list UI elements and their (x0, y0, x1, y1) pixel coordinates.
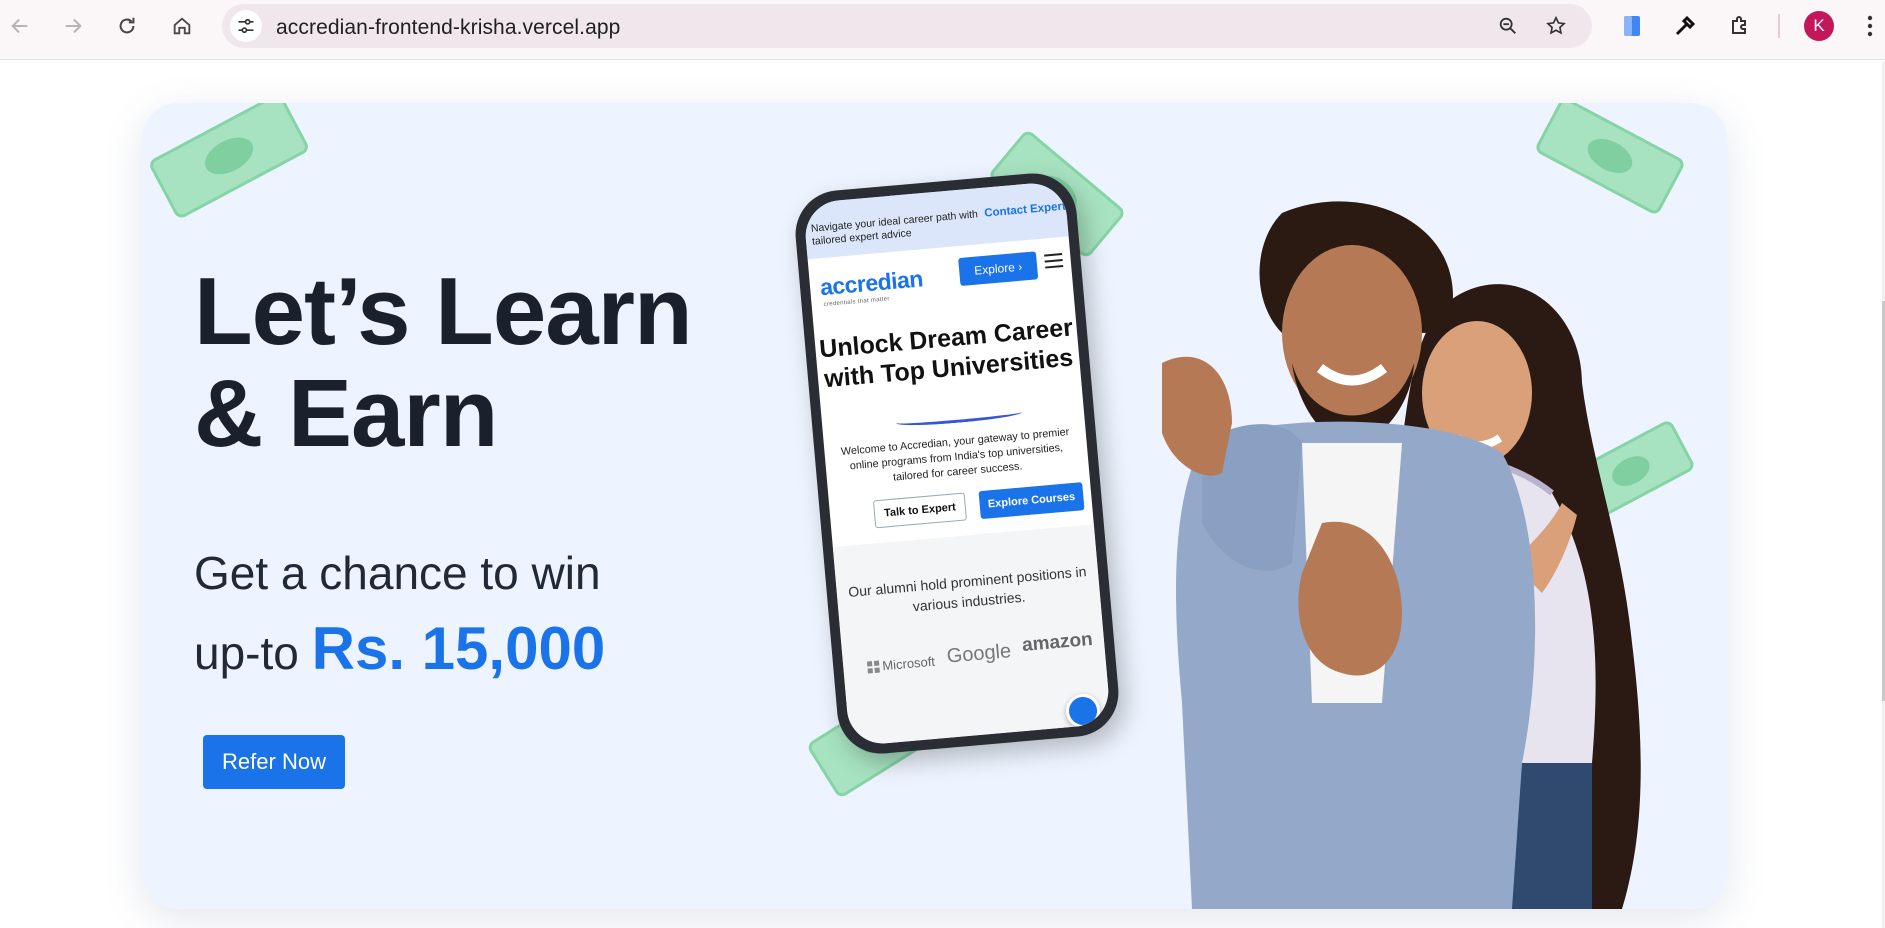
microsoft-logo: Microsoft (866, 653, 936, 675)
google-logo: Google (945, 640, 1013, 668)
phone-explore-button: Explore › (958, 251, 1039, 287)
browser-toolbar: accredian-frontend-krisha.vercel.app K (0, 0, 1885, 60)
arrow-left-icon (11, 18, 28, 34)
url-text[interactable]: accredian-frontend-krisha.vercel.app (276, 16, 620, 40)
headline-line-1: Let’s Learn (194, 258, 693, 365)
phone-topbar: Navigate your ideal career path with tai… (802, 180, 1069, 260)
subhead-line-1: Get a chance to win (194, 547, 601, 599)
subhead-line-2: up-to Rs. 15,000 (194, 611, 754, 691)
puzzle-icon (1732, 16, 1746, 34)
back-button[interactable] (2, 8, 38, 44)
microsoft-label: Microsoft (881, 653, 936, 674)
phone-logo: accredian (818, 265, 924, 301)
hamburger-menu-icon (1044, 253, 1064, 271)
kebab-menu-icon (1867, 15, 1873, 37)
phone-alumni-section: Our alumni hold prominent positions in v… (832, 524, 1112, 747)
menu-button[interactable] (1858, 10, 1882, 42)
chevron-right-icon: › (1014, 259, 1023, 275)
zoom-icon (1499, 17, 1516, 34)
amazon-logo: amazon (1021, 628, 1094, 656)
page-viewport: Let’s Learn & Earn Get a chance to win u… (0, 61, 1885, 928)
site-info-button[interactable] (230, 10, 262, 42)
reload-button[interactable] (109, 8, 145, 44)
home-icon (173, 17, 191, 35)
phone-alumni-text: Our alumni hold prominent positions in v… (847, 563, 1088, 615)
reload-icon (119, 17, 135, 34)
star-icon (1546, 15, 1566, 35)
forward-button[interactable] (55, 8, 91, 44)
home-button[interactable] (164, 8, 200, 44)
money-bill-image (147, 103, 311, 221)
phone-topbar-text: Navigate your ideal career path with tai… (810, 208, 979, 248)
phone-title-underline (895, 407, 1023, 429)
hero-subheading: Get a chance to win up-to Rs. 15,000 (194, 535, 754, 691)
address-bar[interactable]: accredian-frontend-krisha.vercel.app (222, 4, 1592, 48)
profile-avatar[interactable]: K (1804, 11, 1834, 41)
phone-screen: Navigate your ideal career path with tai… (802, 180, 1112, 747)
phone-talk-to-expert-button: Talk to Expert (872, 492, 967, 529)
eyedropper-button[interactable] (1669, 10, 1701, 42)
phone-mockup: Navigate your ideal career path with tai… (791, 169, 1123, 758)
hero-headline: Let’s Learn & Earn (194, 261, 754, 465)
arrow-right-icon (65, 18, 82, 34)
google-docs-icon (1624, 16, 1640, 36)
phone-contact-link: Contact Expert (983, 200, 1067, 220)
phone-explore-label: Explore (973, 260, 1016, 278)
subhead-prefix: up-to (194, 627, 299, 679)
toolbar-divider (1778, 14, 1780, 38)
refer-now-button[interactable]: Refer Now (203, 735, 345, 789)
phone-explore-courses-button: Explore Courses (978, 482, 1085, 520)
tune-icon (238, 18, 254, 34)
extensions-button[interactable] (1724, 10, 1756, 42)
phone-welcome-text: Welcome to Accredian, your gateway to pr… (840, 426, 1070, 484)
eyedropper-icon (1675, 15, 1696, 36)
headline-line-2: & Earn (194, 360, 498, 467)
prize-amount: Rs. 15,000 (311, 615, 606, 682)
extension-button[interactable] (1616, 10, 1648, 42)
bookmark-button[interactable] (1542, 12, 1570, 40)
phone-hero-title: Unlock Dream Career with Top Universitie… (818, 313, 1075, 394)
phone-chat-icon (1064, 692, 1102, 730)
windows-icon (866, 660, 880, 674)
zoom-button[interactable] (1494, 12, 1522, 40)
